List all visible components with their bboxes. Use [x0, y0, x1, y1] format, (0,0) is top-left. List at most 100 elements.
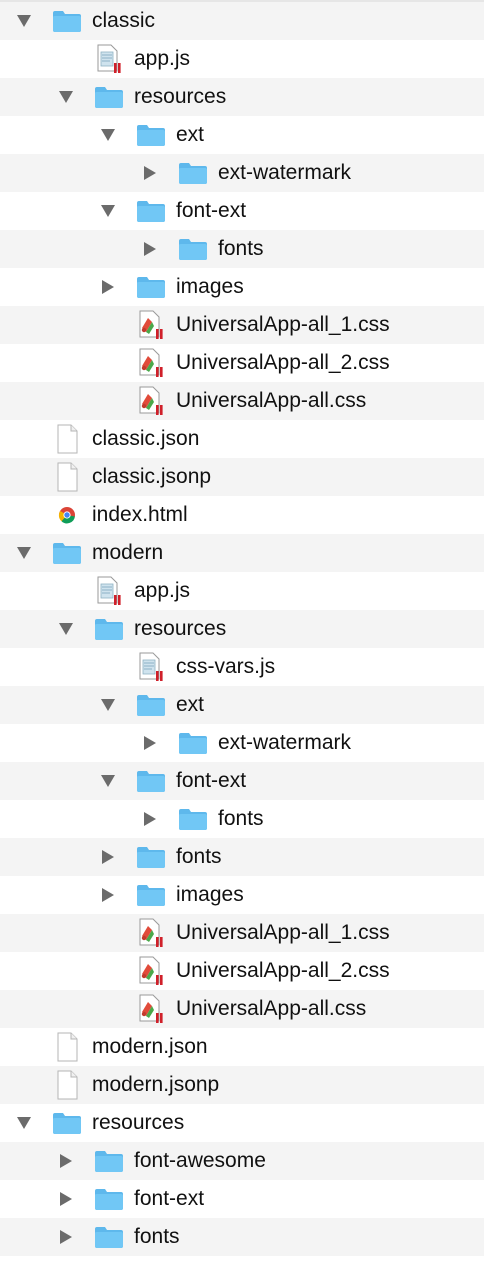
- disclosure-open-triangle-icon[interactable]: [12, 534, 36, 572]
- tree-row-folder[interactable]: ext: [0, 686, 484, 724]
- tree-item-label: UniversalApp-all.css: [176, 389, 367, 412]
- folder-icon: [52, 538, 82, 568]
- folder-icon: [136, 196, 166, 226]
- tree-item-label: font-ext: [176, 769, 247, 792]
- document-icon: [52, 424, 82, 454]
- tree-row-file[interactable]: app.js: [0, 40, 484, 78]
- tree-item-label: fonts: [176, 845, 222, 868]
- tree-item-label: fonts: [218, 237, 264, 260]
- disclosure-open-triangle-icon[interactable]: [54, 78, 78, 116]
- tree-row-folder[interactable]: fonts: [0, 800, 484, 838]
- disclosure-open-triangle-icon[interactable]: [96, 762, 120, 800]
- disclosure-closed-triangle-icon[interactable]: [96, 876, 120, 914]
- tree-row-file[interactable]: UniversalApp-all.css: [0, 990, 484, 1028]
- chrome-html-icon: [52, 500, 82, 530]
- tree-row-file[interactable]: modern.jsonp: [0, 1066, 484, 1104]
- tree-item-label: modern.jsonp: [92, 1073, 220, 1096]
- tree-item-label: font-ext: [134, 1187, 205, 1210]
- tree-item-label: ext-watermark: [218, 731, 352, 754]
- tree-row-file[interactable]: UniversalApp-all_2.css: [0, 344, 484, 382]
- tree-row-folder[interactable]: ext: [0, 116, 484, 154]
- disclosure-closed-triangle-icon[interactable]: [54, 1218, 78, 1256]
- tree-row-folder[interactable]: font-ext: [0, 192, 484, 230]
- tree-row-file[interactable]: css-vars.js: [0, 648, 484, 686]
- tree-row-folder[interactable]: fonts: [0, 1218, 484, 1256]
- tree-item-label: index.html: [92, 503, 188, 526]
- disclosure-open-triangle-icon[interactable]: [12, 2, 36, 40]
- tree-row-file[interactable]: UniversalApp-all_2.css: [0, 952, 484, 990]
- document-icon: [52, 1070, 82, 1100]
- tree-row-file[interactable]: classic.jsonp: [0, 458, 484, 496]
- disclosure-open-triangle-icon[interactable]: [96, 686, 120, 724]
- disclosure-closed-triangle-icon[interactable]: [96, 838, 120, 876]
- tree-row-folder[interactable]: resources: [0, 1104, 484, 1142]
- tree-item-label: UniversalApp-all_1.css: [176, 313, 390, 336]
- tree-row-file[interactable]: classic.json: [0, 420, 484, 458]
- tree-item-label: modern: [92, 541, 164, 564]
- tree-item-label: font-ext: [176, 199, 247, 222]
- tree-row-folder[interactable]: font-awesome: [0, 1142, 484, 1180]
- tree-item-label: resources: [92, 1111, 185, 1134]
- tree-row-folder[interactable]: fonts: [0, 838, 484, 876]
- script-file-icon: [94, 576, 124, 606]
- disclosure-open-triangle-icon[interactable]: [96, 116, 120, 154]
- tree-item-label: fonts: [134, 1225, 180, 1248]
- css-file-icon: [136, 386, 166, 416]
- folder-icon: [178, 804, 208, 834]
- disclosure-open-triangle-icon[interactable]: [12, 1104, 36, 1142]
- tree-row-file[interactable]: index.html: [0, 496, 484, 534]
- tree-row-folder[interactable]: resources: [0, 610, 484, 648]
- document-icon: [52, 1032, 82, 1062]
- tree-item-label: app.js: [134, 579, 191, 602]
- disclosure-open-triangle-icon[interactable]: [96, 192, 120, 230]
- folder-icon: [178, 158, 208, 188]
- folder-icon: [136, 272, 166, 302]
- disclosure-open-triangle-icon[interactable]: [54, 610, 78, 648]
- tree-row-file[interactable]: UniversalApp-all_1.css: [0, 306, 484, 344]
- disclosure-closed-triangle-icon[interactable]: [138, 230, 162, 268]
- folder-icon: [136, 766, 166, 796]
- tree-row-folder[interactable]: font-ext: [0, 1180, 484, 1218]
- tree-row-folder[interactable]: images: [0, 876, 484, 914]
- disclosure-closed-triangle-icon[interactable]: [138, 800, 162, 838]
- disclosure-closed-triangle-icon[interactable]: [138, 724, 162, 762]
- css-file-icon: [136, 310, 166, 340]
- tree-item-label: UniversalApp-all_1.css: [176, 921, 390, 944]
- folder-icon: [52, 1108, 82, 1138]
- tree-row-folder[interactable]: ext-watermark: [0, 724, 484, 762]
- folder-icon: [178, 234, 208, 264]
- folder-icon: [94, 1222, 124, 1252]
- tree-item-label: classic: [92, 9, 156, 32]
- tree-item-label: ext-watermark: [218, 161, 352, 184]
- css-file-icon: [136, 994, 166, 1024]
- tree-row-folder[interactable]: images: [0, 268, 484, 306]
- tree-row-folder[interactable]: font-ext: [0, 762, 484, 800]
- script-file-icon: [94, 44, 124, 74]
- tree-item-label: UniversalApp-all.css: [176, 997, 367, 1020]
- tree-row-folder[interactable]: fonts: [0, 230, 484, 268]
- disclosure-closed-triangle-icon[interactable]: [138, 154, 162, 192]
- folder-icon: [136, 842, 166, 872]
- disclosure-closed-triangle-icon[interactable]: [54, 1180, 78, 1218]
- tree-row-file[interactable]: modern.json: [0, 1028, 484, 1066]
- tree-row-folder[interactable]: classic: [0, 2, 484, 40]
- tree-item-label: resources: [134, 617, 227, 640]
- folder-icon: [178, 728, 208, 758]
- disclosure-closed-triangle-icon[interactable]: [96, 268, 120, 306]
- tree-item-label: UniversalApp-all_2.css: [176, 959, 390, 982]
- document-icon: [52, 462, 82, 492]
- tree-item-label: app.js: [134, 47, 191, 70]
- folder-icon: [94, 614, 124, 644]
- tree-item-label: ext: [176, 123, 205, 146]
- css-file-icon: [136, 956, 166, 986]
- tree-row-file[interactable]: UniversalApp-all_1.css: [0, 914, 484, 952]
- file-tree: classic app.js resources ext ext-waterma…: [0, 2, 484, 1256]
- tree-row-folder[interactable]: ext-watermark: [0, 154, 484, 192]
- disclosure-closed-triangle-icon[interactable]: [54, 1142, 78, 1180]
- tree-row-file[interactable]: UniversalApp-all.css: [0, 382, 484, 420]
- tree-row-file[interactable]: app.js: [0, 572, 484, 610]
- tree-row-folder[interactable]: resources: [0, 78, 484, 116]
- css-file-icon: [136, 918, 166, 948]
- folder-icon: [52, 6, 82, 36]
- tree-row-folder[interactable]: modern: [0, 534, 484, 572]
